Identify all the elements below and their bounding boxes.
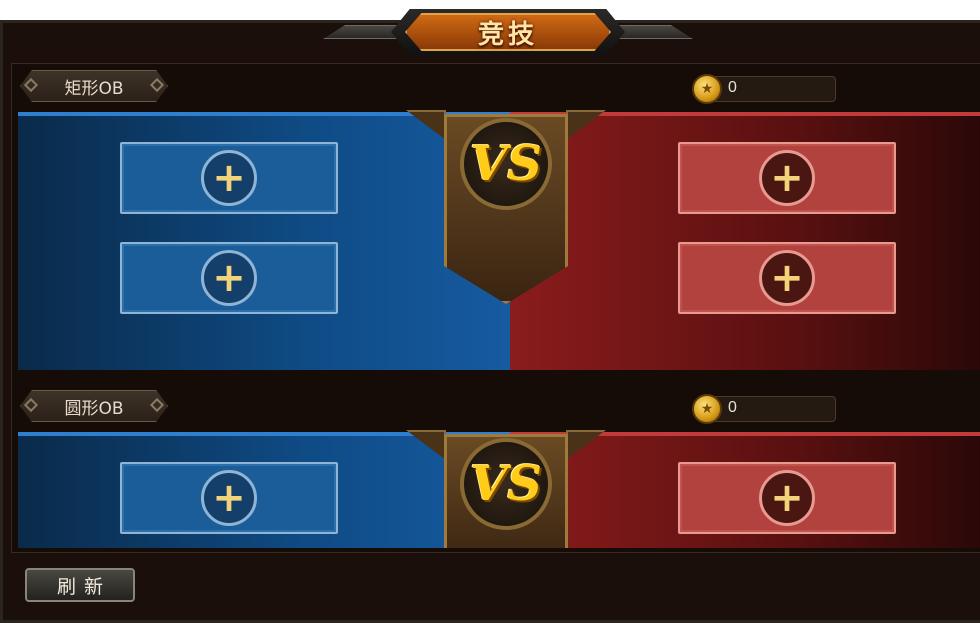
refresh-button[interactable]: 刷新 [25,568,135,602]
title-bar: 竞技 [323,9,693,55]
refresh-label: 刷新 [56,575,111,598]
add-plus-icon: + [759,250,815,306]
add-plus-icon: + [201,470,257,526]
add-plus-icon: + [759,470,815,526]
red-slot[interactable]: + [678,142,896,214]
coin-counter: ★ 0 [692,394,836,424]
coin-icon: ★ [692,394,722,424]
add-plus-icon: + [201,150,257,206]
red-slot[interactable]: + [678,242,896,314]
arena-window: 竞技 矩形OB ★ 0 + + + + VS 圆形OB ★ 0 + + VS 刷… [0,9,980,623]
add-plus-icon: + [201,250,257,306]
section-label-rect-ob: 矩形OB [20,70,168,102]
vs-emblem: VS [460,438,552,530]
section-label-circle-ob: 圆形OB [20,390,168,422]
coin-value: 0 [728,79,737,96]
blue-slot[interactable]: + [120,462,338,534]
vs-text: VS [470,456,542,512]
vs-banner: VS [406,94,606,324]
vs-emblem: VS [460,118,552,210]
content-panel: 矩形OB ★ 0 + + + + VS 圆形OB ★ 0 + + VS [11,63,980,553]
red-slot[interactable]: + [678,462,896,534]
title-inner: 竞技 [405,13,611,51]
coin-icon: ★ [692,74,722,104]
section-label-text: 圆形OB [64,398,124,419]
window-title: 竞技 [477,19,538,50]
coin-counter: ★ 0 [692,74,836,104]
blue-slot[interactable]: + [120,242,338,314]
vs-banner: VS [406,414,606,548]
add-plus-icon: + [759,150,815,206]
vs-text: VS [470,136,542,192]
coin-value: 0 [728,399,737,416]
section-label-text: 矩形OB [64,78,124,99]
blue-slot[interactable]: + [120,142,338,214]
